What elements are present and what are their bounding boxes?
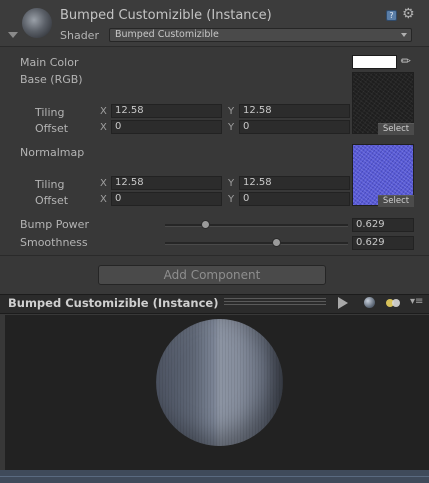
gear-icon[interactable]: ⚙ bbox=[402, 7, 415, 21]
base-offset-label: Offset bbox=[35, 122, 69, 135]
add-component-button[interactable]: Add Component bbox=[98, 265, 326, 285]
normalmap-select-button[interactable]: Select bbox=[378, 195, 414, 207]
base-offset-y-axis: Y bbox=[228, 122, 235, 133]
preview-drag-handle[interactable] bbox=[224, 298, 326, 307]
header-divider bbox=[0, 46, 429, 47]
material-title: Bumped Customizible (Instance) bbox=[60, 8, 272, 23]
foldout-arrow-icon[interactable] bbox=[8, 32, 18, 38]
preview-sphere bbox=[156, 319, 283, 446]
base-offset-y-field[interactable]: 0 bbox=[239, 120, 350, 134]
preview-menu-icon[interactable]: ▾≡ bbox=[410, 297, 423, 307]
base-tiling-y-axis: Y bbox=[228, 106, 235, 117]
base-select-button[interactable]: Select bbox=[378, 123, 414, 135]
normalmap-texture-slot[interactable]: Select bbox=[352, 144, 414, 207]
base-tiling-x-field[interactable]: 12.58 bbox=[111, 104, 222, 118]
base-tiling-label: Tiling bbox=[35, 106, 65, 119]
normal-tiling-y-field[interactable]: 12.58 bbox=[239, 176, 350, 190]
normal-tiling-label: Tiling bbox=[35, 178, 65, 191]
normal-offset-label: Offset bbox=[35, 194, 69, 207]
normal-offset-x-field[interactable]: 0 bbox=[111, 192, 222, 206]
smoothness-value-field[interactable]: 0.629 bbox=[352, 236, 414, 250]
preview-sphere-icon[interactable] bbox=[364, 297, 375, 308]
base-offset-x-axis: X bbox=[100, 122, 107, 133]
preview-title: Bumped Customizible (Instance) bbox=[8, 296, 219, 310]
normal-tiling-x-field[interactable]: 12.58 bbox=[111, 176, 222, 190]
chevron-down-icon bbox=[401, 33, 407, 37]
normal-offset-y-axis: Y bbox=[228, 194, 235, 205]
bump-power-value-field[interactable]: 0.629 bbox=[352, 218, 414, 232]
play-icon[interactable] bbox=[338, 297, 348, 309]
normalmap-label: Normalmap bbox=[20, 146, 85, 159]
base-offset-x-field[interactable]: 0 bbox=[111, 120, 222, 134]
smoothness-slider-track[interactable] bbox=[165, 242, 348, 245]
main-color-swatch[interactable] bbox=[352, 55, 397, 69]
normal-offset-x-axis: X bbox=[100, 194, 107, 205]
light-toggle-icon[interactable] bbox=[385, 298, 401, 308]
base-tiling-x-axis: X bbox=[100, 106, 107, 117]
normal-offset-y-field[interactable]: 0 bbox=[239, 192, 350, 206]
shader-label: Shader bbox=[60, 29, 99, 42]
footer-line bbox=[0, 476, 429, 477]
normal-tiling-y-axis: Y bbox=[228, 178, 235, 189]
bump-power-label: Bump Power bbox=[20, 218, 89, 231]
shader-dropdown-value: Bumped Customizible bbox=[115, 29, 219, 40]
smoothness-label: Smoothness bbox=[20, 236, 88, 249]
properties-divider bbox=[0, 255, 429, 256]
base-texture-slot[interactable]: Select bbox=[352, 72, 414, 135]
help-icon[interactable]: ? bbox=[386, 10, 397, 21]
bump-power-slider-track[interactable] bbox=[165, 224, 348, 227]
eyedropper-icon[interactable]: ✎ bbox=[398, 52, 415, 69]
base-tiling-y-field[interactable]: 12.58 bbox=[239, 104, 350, 118]
base-texture-label: Base (RGB) bbox=[20, 73, 83, 86]
material-thumbnail bbox=[22, 8, 52, 38]
main-color-label: Main Color bbox=[20, 56, 79, 69]
bump-power-slider-thumb[interactable] bbox=[200, 220, 210, 229]
shader-dropdown[interactable]: Bumped Customizible bbox=[109, 28, 412, 42]
normal-tiling-x-axis: X bbox=[100, 178, 107, 189]
smoothness-slider-thumb[interactable] bbox=[272, 238, 282, 247]
